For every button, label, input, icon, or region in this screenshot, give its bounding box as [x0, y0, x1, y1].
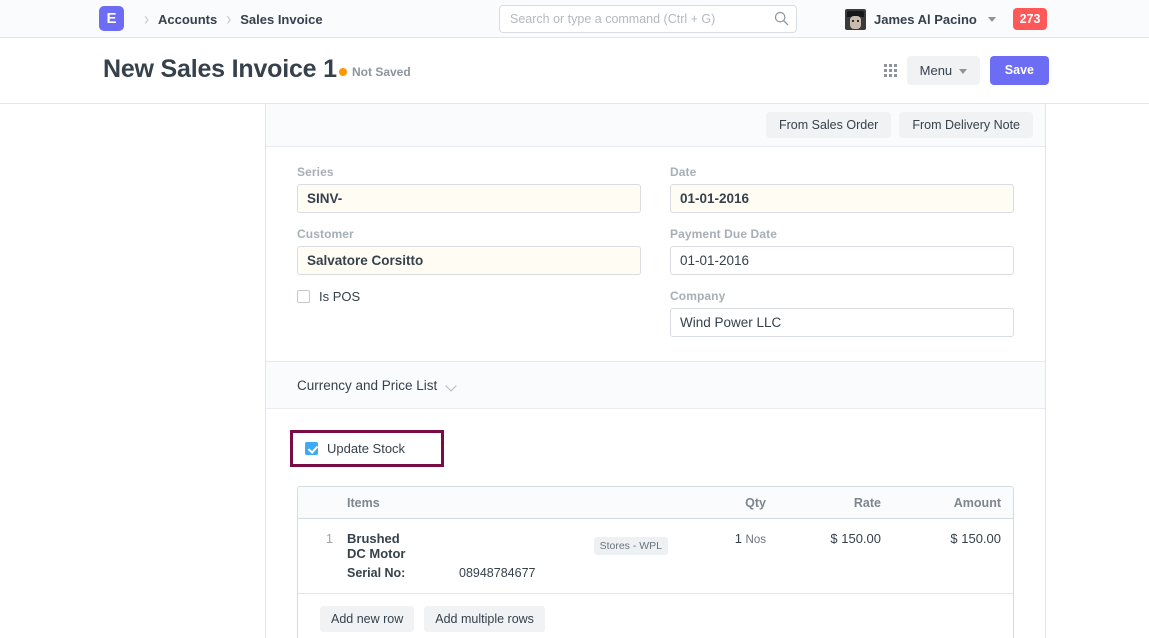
from-delivery-note-button[interactable]: From Delivery Note: [899, 112, 1033, 139]
row-qty-value: 1: [735, 531, 742, 546]
row-serial-label: Serial No:: [347, 566, 459, 580]
search-icon[interactable]: [774, 11, 789, 26]
customer-input[interactable]: [297, 246, 641, 275]
form-column-left: Series Customer Is POS: [297, 165, 641, 337]
field-payment-due-date: Payment Due Date: [670, 227, 1014, 275]
is-pos-checkbox[interactable]: [297, 290, 310, 303]
payment-due-date-label: Payment Due Date: [670, 227, 1014, 241]
items-table-footer: Add new row Add multiple rows: [298, 594, 1013, 638]
save-button[interactable]: Save: [990, 56, 1049, 85]
chevron-right-icon: ›: [144, 8, 149, 29]
table-row[interactable]: 1 Brushed DC Motor Stores - WPL Serial N…: [298, 519, 1013, 594]
user-menu[interactable]: James Al Pacino: [845, 0, 996, 38]
status-badge: Not Saved: [339, 65, 411, 79]
status-dot-icon: [339, 68, 347, 76]
row-serial-line: Serial No: 08948784677: [347, 566, 668, 580]
date-label: Date: [670, 165, 1014, 179]
add-multiple-rows-button[interactable]: Add multiple rows: [424, 606, 545, 632]
update-stock-checkbox[interactable]: [305, 442, 318, 455]
breadcrumb-item-accounts[interactable]: Accounts: [158, 12, 217, 27]
field-date: Date: [670, 165, 1014, 213]
payment-due-date-input[interactable]: [670, 246, 1014, 275]
column-qty: Qty: [668, 496, 778, 510]
chevron-down-icon: [959, 69, 967, 74]
currency-price-list-section-toggle[interactable]: Currency and Price List: [266, 361, 1045, 409]
menu-button-label: Menu: [920, 63, 953, 78]
from-sales-order-button[interactable]: From Sales Order: [766, 112, 891, 139]
currency-price-list-label: Currency and Price List: [297, 378, 437, 393]
column-rate: Rate: [778, 496, 893, 510]
row-item-name: Brushed DC Motor: [347, 531, 406, 561]
chevron-down-icon: [988, 17, 996, 22]
company-label: Company: [670, 289, 1014, 303]
series-label: Series: [297, 165, 641, 179]
row-qty-cell: 1 Nos: [668, 531, 778, 580]
row-index: 1: [298, 531, 343, 580]
row-item-line: Brushed DC Motor Stores - WPL: [347, 531, 668, 561]
column-amount: Amount: [893, 496, 1013, 510]
search-input[interactable]: [499, 5, 797, 33]
items-table-header: Items Qty Rate Amount: [298, 487, 1013, 519]
row-item-cell: Brushed DC Motor Stores - WPL Serial No:…: [343, 531, 668, 580]
add-new-row-button[interactable]: Add new row: [320, 606, 414, 632]
update-stock-section: Update Stock: [266, 430, 1045, 467]
field-customer: Customer: [297, 227, 641, 275]
form-card-toolbar: From Sales Order From Delivery Note: [266, 104, 1045, 147]
is-pos-label: Is POS: [319, 289, 360, 304]
row-amount-value: $ 150.00: [893, 531, 1013, 580]
row-serial-value: 08948784677: [459, 566, 535, 580]
grid-apps-icon[interactable]: [884, 64, 897, 77]
form-fields-section: Series Customer Is POS: [266, 147, 1045, 349]
menu-button[interactable]: Menu: [907, 56, 980, 85]
form-column-right: Date Payment Due Date Company: [670, 165, 1014, 337]
chevron-right-icon: ›: [226, 8, 231, 29]
status-label: Not Saved: [352, 65, 411, 79]
row-rate-value: $ 150.00: [778, 531, 893, 580]
field-company: Company: [670, 289, 1014, 337]
app-page: E › Accounts › Sales Invoice James Al Pa…: [0, 0, 1149, 638]
company-input[interactable]: [670, 308, 1014, 337]
top-navbar: E › Accounts › Sales Invoice James Al Pa…: [0, 0, 1149, 38]
update-stock-label: Update Stock: [327, 441, 405, 456]
app-logo[interactable]: E: [99, 6, 124, 31]
field-series: Series: [297, 165, 641, 213]
notification-badge[interactable]: 273: [1013, 8, 1047, 30]
form-card: From Sales Order From Delivery Note Seri…: [265, 104, 1046, 638]
form-grid: Series Customer Is POS: [297, 147, 1014, 349]
page-title: New Sales Invoice 1: [103, 55, 337, 84]
page-body: From Sales Order From Delivery Note Seri…: [0, 104, 1149, 638]
user-name-label: James Al Pacino: [874, 12, 977, 27]
date-input[interactable]: [670, 184, 1014, 213]
series-input[interactable]: [297, 184, 641, 213]
page-header-actions: Menu Save: [884, 56, 1049, 85]
breadcrumb-item-sales-invoice[interactable]: Sales Invoice: [240, 12, 322, 27]
field-is-pos[interactable]: Is POS: [297, 289, 641, 304]
row-qty-unit: Nos: [746, 534, 766, 546]
column-items: Items: [343, 496, 668, 510]
avatar: [845, 9, 866, 30]
page-header: New Sales Invoice 1 Not Saved Menu Save: [0, 38, 1149, 104]
update-stock-highlight[interactable]: Update Stock: [290, 430, 444, 467]
row-warehouse-tag: Stores - WPL: [594, 537, 668, 555]
customer-label: Customer: [297, 227, 641, 241]
search-container: [499, 5, 797, 33]
breadcrumb: › Accounts › Sales Invoice: [135, 0, 323, 38]
items-table: Items Qty Rate Amount 1 Brushed DC Motor…: [297, 486, 1014, 638]
chevron-down-icon: [447, 382, 458, 389]
